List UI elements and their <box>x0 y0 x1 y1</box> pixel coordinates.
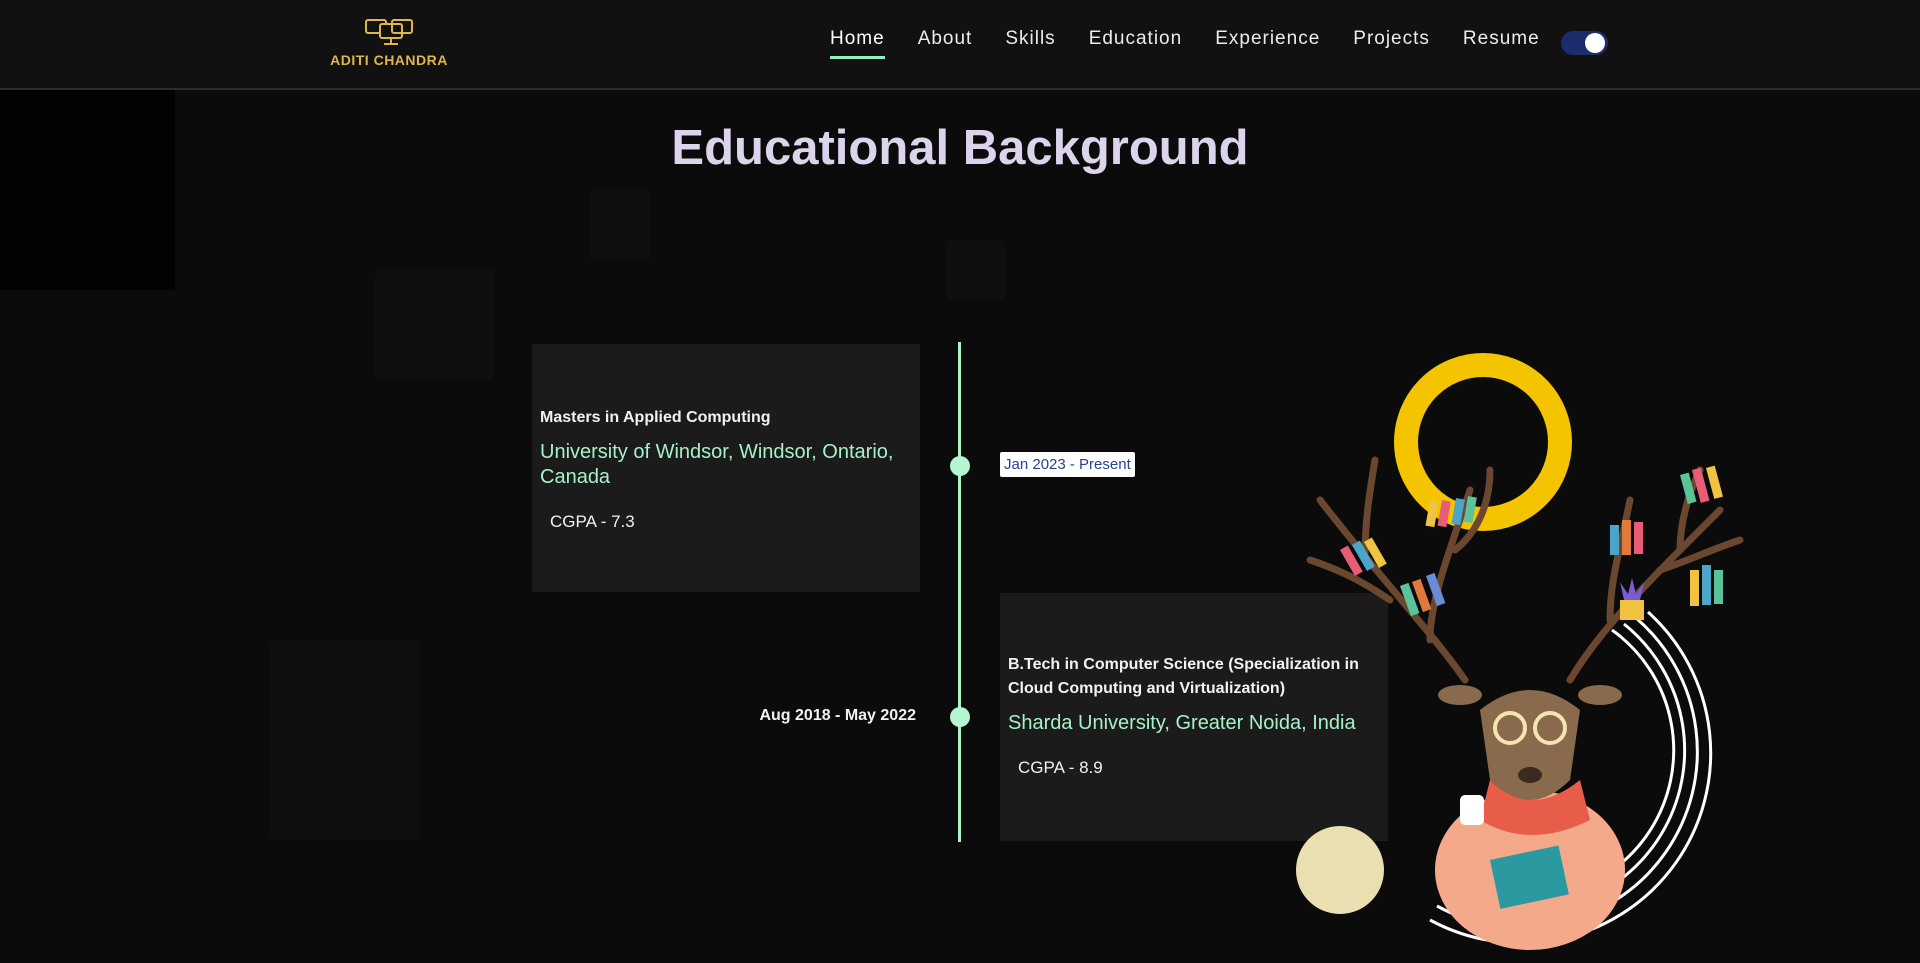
background-decoration <box>945 240 1005 300</box>
timeline-line <box>958 342 961 842</box>
section-title: Educational Background <box>671 121 1249 175</box>
potted-plant-icon <box>1620 578 1644 620</box>
background-decoration <box>270 640 420 840</box>
education-card: Masters in Applied Computing University … <box>532 344 920 592</box>
brand-name: ADITI CHANDRA <box>330 52 448 68</box>
date-badge: Jan 2023 - Present <box>1000 452 1135 477</box>
globe-icon <box>1296 826 1384 914</box>
deer-reading-illustration <box>1296 353 1744 950</box>
timeline-dot <box>950 707 970 727</box>
nav-link-skills[interactable]: Skills <box>1005 28 1055 59</box>
yellow-ring-icon <box>1394 353 1572 531</box>
nav-link-education[interactable]: Education <box>1089 28 1183 59</box>
nav-link-home[interactable]: Home <box>830 28 885 59</box>
nav-link-about[interactable]: About <box>918 28 973 59</box>
toggle-switch-icon <box>1585 33 1605 53</box>
nav-link-experience[interactable]: Experience <box>1215 28 1320 59</box>
nav-link-projects[interactable]: Projects <box>1353 28 1430 59</box>
deer-icon <box>1435 685 1625 950</box>
cgpa-value: CGPA - 7.3 <box>550 512 635 531</box>
school-name: University of Windsor, Windsor, Ontario,… <box>540 441 894 488</box>
theme-toggle[interactable] <box>1561 31 1608 55</box>
timeline-dot <box>950 456 970 476</box>
background-decoration <box>375 270 495 380</box>
background-decoration <box>590 190 650 260</box>
nav-link-resume[interactable]: Resume <box>1463 28 1540 59</box>
brand-logo[interactable]: ADITI CHANDRA <box>328 18 450 70</box>
navbar: ADITI CHANDRA Home About Skills Educatio… <box>0 0 1920 90</box>
monitors-logo-icon <box>365 19 413 45</box>
date-label: Aug 2018 - May 2022 <box>759 707 916 724</box>
degree-title: Masters in Applied Computing <box>540 409 771 426</box>
nav-menu: Home About Skills Education Experience P… <box>830 28 1573 59</box>
